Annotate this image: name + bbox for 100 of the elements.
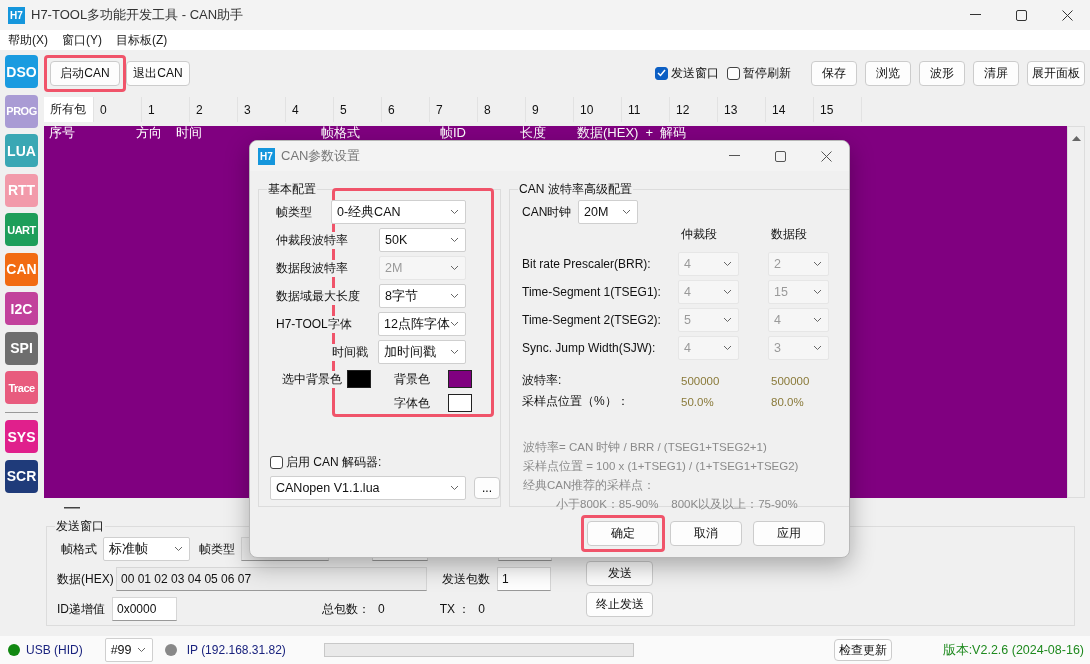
chevron-down-icon <box>622 209 631 215</box>
color-label: 选中背景色 <box>282 370 341 388</box>
total-label: 总包数： <box>322 600 370 618</box>
field-label: 数据(HEX) <box>57 570 115 588</box>
start-can-button[interactable]: 启动CAN <box>50 60 120 86</box>
setting-label: H7-TOOL字体 <box>276 315 352 333</box>
dialog-button[interactable]: 确定 <box>587 521 659 546</box>
send-button[interactable]: 发送 <box>586 561 653 586</box>
sidebar-tool[interactable]: SYS <box>5 420 38 453</box>
color-swatch[interactable] <box>448 370 472 388</box>
filter-tab[interactable]: 所有包 <box>44 97 94 122</box>
minimize-icon[interactable] <box>728 155 740 157</box>
checkbox[interactable] <box>727 66 740 80</box>
tx-label: TX ： <box>439 600 471 618</box>
sidebar-tool[interactable]: I2C <box>5 292 38 325</box>
column-header: 时间 <box>176 126 203 139</box>
group-title: 基本配置 <box>267 181 317 198</box>
setting-dropdown[interactable]: 50K <box>379 228 466 252</box>
chevron-down-icon <box>450 485 459 491</box>
chevron-down-icon <box>450 209 459 215</box>
browse-button[interactable]: ... <box>474 477 500 499</box>
toolbar-button[interactable]: 浏览 <box>865 60 911 86</box>
column-header: 仲裁段 <box>680 226 718 243</box>
decoder-dropdown[interactable]: CANopen V1.1.lua <box>270 476 466 500</box>
toolbar-button[interactable]: 保存 <box>811 60 857 86</box>
setting-label: 仲裁段波特率 <box>276 231 348 249</box>
chevron-down-icon <box>450 321 459 327</box>
formula-note: 小于800K：85-90% 800K以及以上：75-90% <box>555 497 799 512</box>
setting-dropdown[interactable]: 0-经典CAN <box>331 200 466 224</box>
setting-dropdown[interactable]: 8字节 <box>379 284 466 308</box>
checkbox-label: 发送窗口 <box>671 64 719 82</box>
group-title: CAN 波特率高级配置 <box>518 181 633 198</box>
chevron-down-icon <box>813 261 822 267</box>
color-swatch[interactable] <box>347 370 371 388</box>
data-hex-field[interactable]: 00 01 02 03 04 05 06 07 <box>116 567 427 591</box>
check-update-button[interactable]: 检查更新 <box>833 639 892 661</box>
send-count-field[interactable]: 1 <box>497 567 551 591</box>
close-icon[interactable] <box>820 150 832 162</box>
minimize-icon[interactable] <box>969 14 981 16</box>
total-value: 0 <box>378 602 385 616</box>
checkbox-label: 启用 CAN 解码器: <box>286 454 382 471</box>
formula-note: 波特率= CAN 时钟 / BRR / (TSEG1+TSEG2+1) <box>523 440 768 455</box>
field-label: ID递增值 <box>57 600 106 618</box>
maximize-icon[interactable] <box>774 150 786 162</box>
column-header: 方向 <box>136 126 163 139</box>
id-increment-field[interactable]: 0x0000 <box>112 597 177 621</box>
setting-label: CAN时钟 <box>522 203 573 221</box>
frame-format-dropdown[interactable]: 标准帧 <box>103 537 190 561</box>
setting-label: 时间戳 <box>332 343 368 361</box>
field-label: 发送包数 <box>442 570 491 588</box>
maximize-icon[interactable] <box>1015 9 1027 21</box>
color-swatch[interactable] <box>448 394 472 412</box>
close-icon[interactable] <box>1061 9 1073 21</box>
chevron-down-icon <box>450 265 459 271</box>
scrollbar[interactable] <box>1067 126 1085 498</box>
toolbar-button[interactable]: 清屏 <box>973 60 1019 86</box>
device-dropdown[interactable]: #99 <box>104 638 153 662</box>
usb-status: USB (HID) <box>26 643 83 657</box>
toolbar-button[interactable]: 波形 <box>919 60 965 86</box>
result-label: 采样点位置（%）： <box>522 393 630 410</box>
ip-status: IP (192.168.31.82) <box>186 643 286 657</box>
send-button[interactable]: 终止发送 <box>586 592 653 617</box>
dialog-logo: H7 <box>258 147 275 165</box>
formula-note: 采样点位置 = 100 x (1+TSEG1) / (1+TSEG1+TSEG2) <box>523 459 800 474</box>
column-header: 数据(HEX) + 解码 <box>577 126 687 139</box>
chevron-down-icon <box>174 546 183 552</box>
chevron-down-icon <box>450 293 459 299</box>
result-label: 波特率: <box>522 372 563 389</box>
scroll-up-icon[interactable] <box>1071 135 1081 141</box>
setting-label: 数据段波特率 <box>276 259 348 277</box>
menu-item[interactable]: 目标板(Z) <box>116 31 168 49</box>
dialog-title: CAN参数设置 <box>281 147 361 165</box>
chevron-down-icon <box>723 317 732 323</box>
setting-dropdown[interactable]: 12点阵字体 <box>378 312 466 336</box>
column-header: 数据段 <box>770 226 808 243</box>
scroll-grip-icon <box>64 507 80 509</box>
exit-can-button[interactable]: 退出CAN <box>126 60 190 86</box>
sidebar-tool[interactable]: SPI <box>5 331 38 365</box>
setting-dropdown[interactable]: 加时间戳 <box>378 340 466 364</box>
chevron-down-icon <box>813 317 822 323</box>
clock-dropdown[interactable]: 20M <box>578 200 638 224</box>
setting-label: Time-Segment 2(TSEG2): <box>522 313 662 327</box>
sidebar-tool[interactable]: SCR <box>5 459 38 493</box>
toolbar-button[interactable]: 展开面板 <box>1027 60 1085 86</box>
chevron-down-icon <box>723 289 732 295</box>
setting-label: Time-Segment 1(TSEG1): <box>522 285 662 299</box>
result-value: 500000 <box>770 374 811 387</box>
checkbox[interactable] <box>270 456 283 469</box>
dialog-button[interactable]: 取消 <box>670 521 742 546</box>
dialog-button[interactable]: 应用 <box>753 521 825 546</box>
field-label: 帧格式 <box>61 540 97 558</box>
setting-label: 帧类型 <box>276 203 312 221</box>
checkbox[interactable] <box>655 66 668 80</box>
result-value: 80.0% <box>770 395 805 408</box>
app-logo: H7 <box>8 6 25 24</box>
menu-item[interactable]: 窗口(Y) <box>62 31 102 49</box>
chevron-down-icon <box>813 345 822 351</box>
menu-item[interactable]: 帮助(X) <box>8 31 48 49</box>
column-header: 长度 <box>520 126 547 139</box>
checkbox-label: 暂停刷新 <box>743 64 791 82</box>
